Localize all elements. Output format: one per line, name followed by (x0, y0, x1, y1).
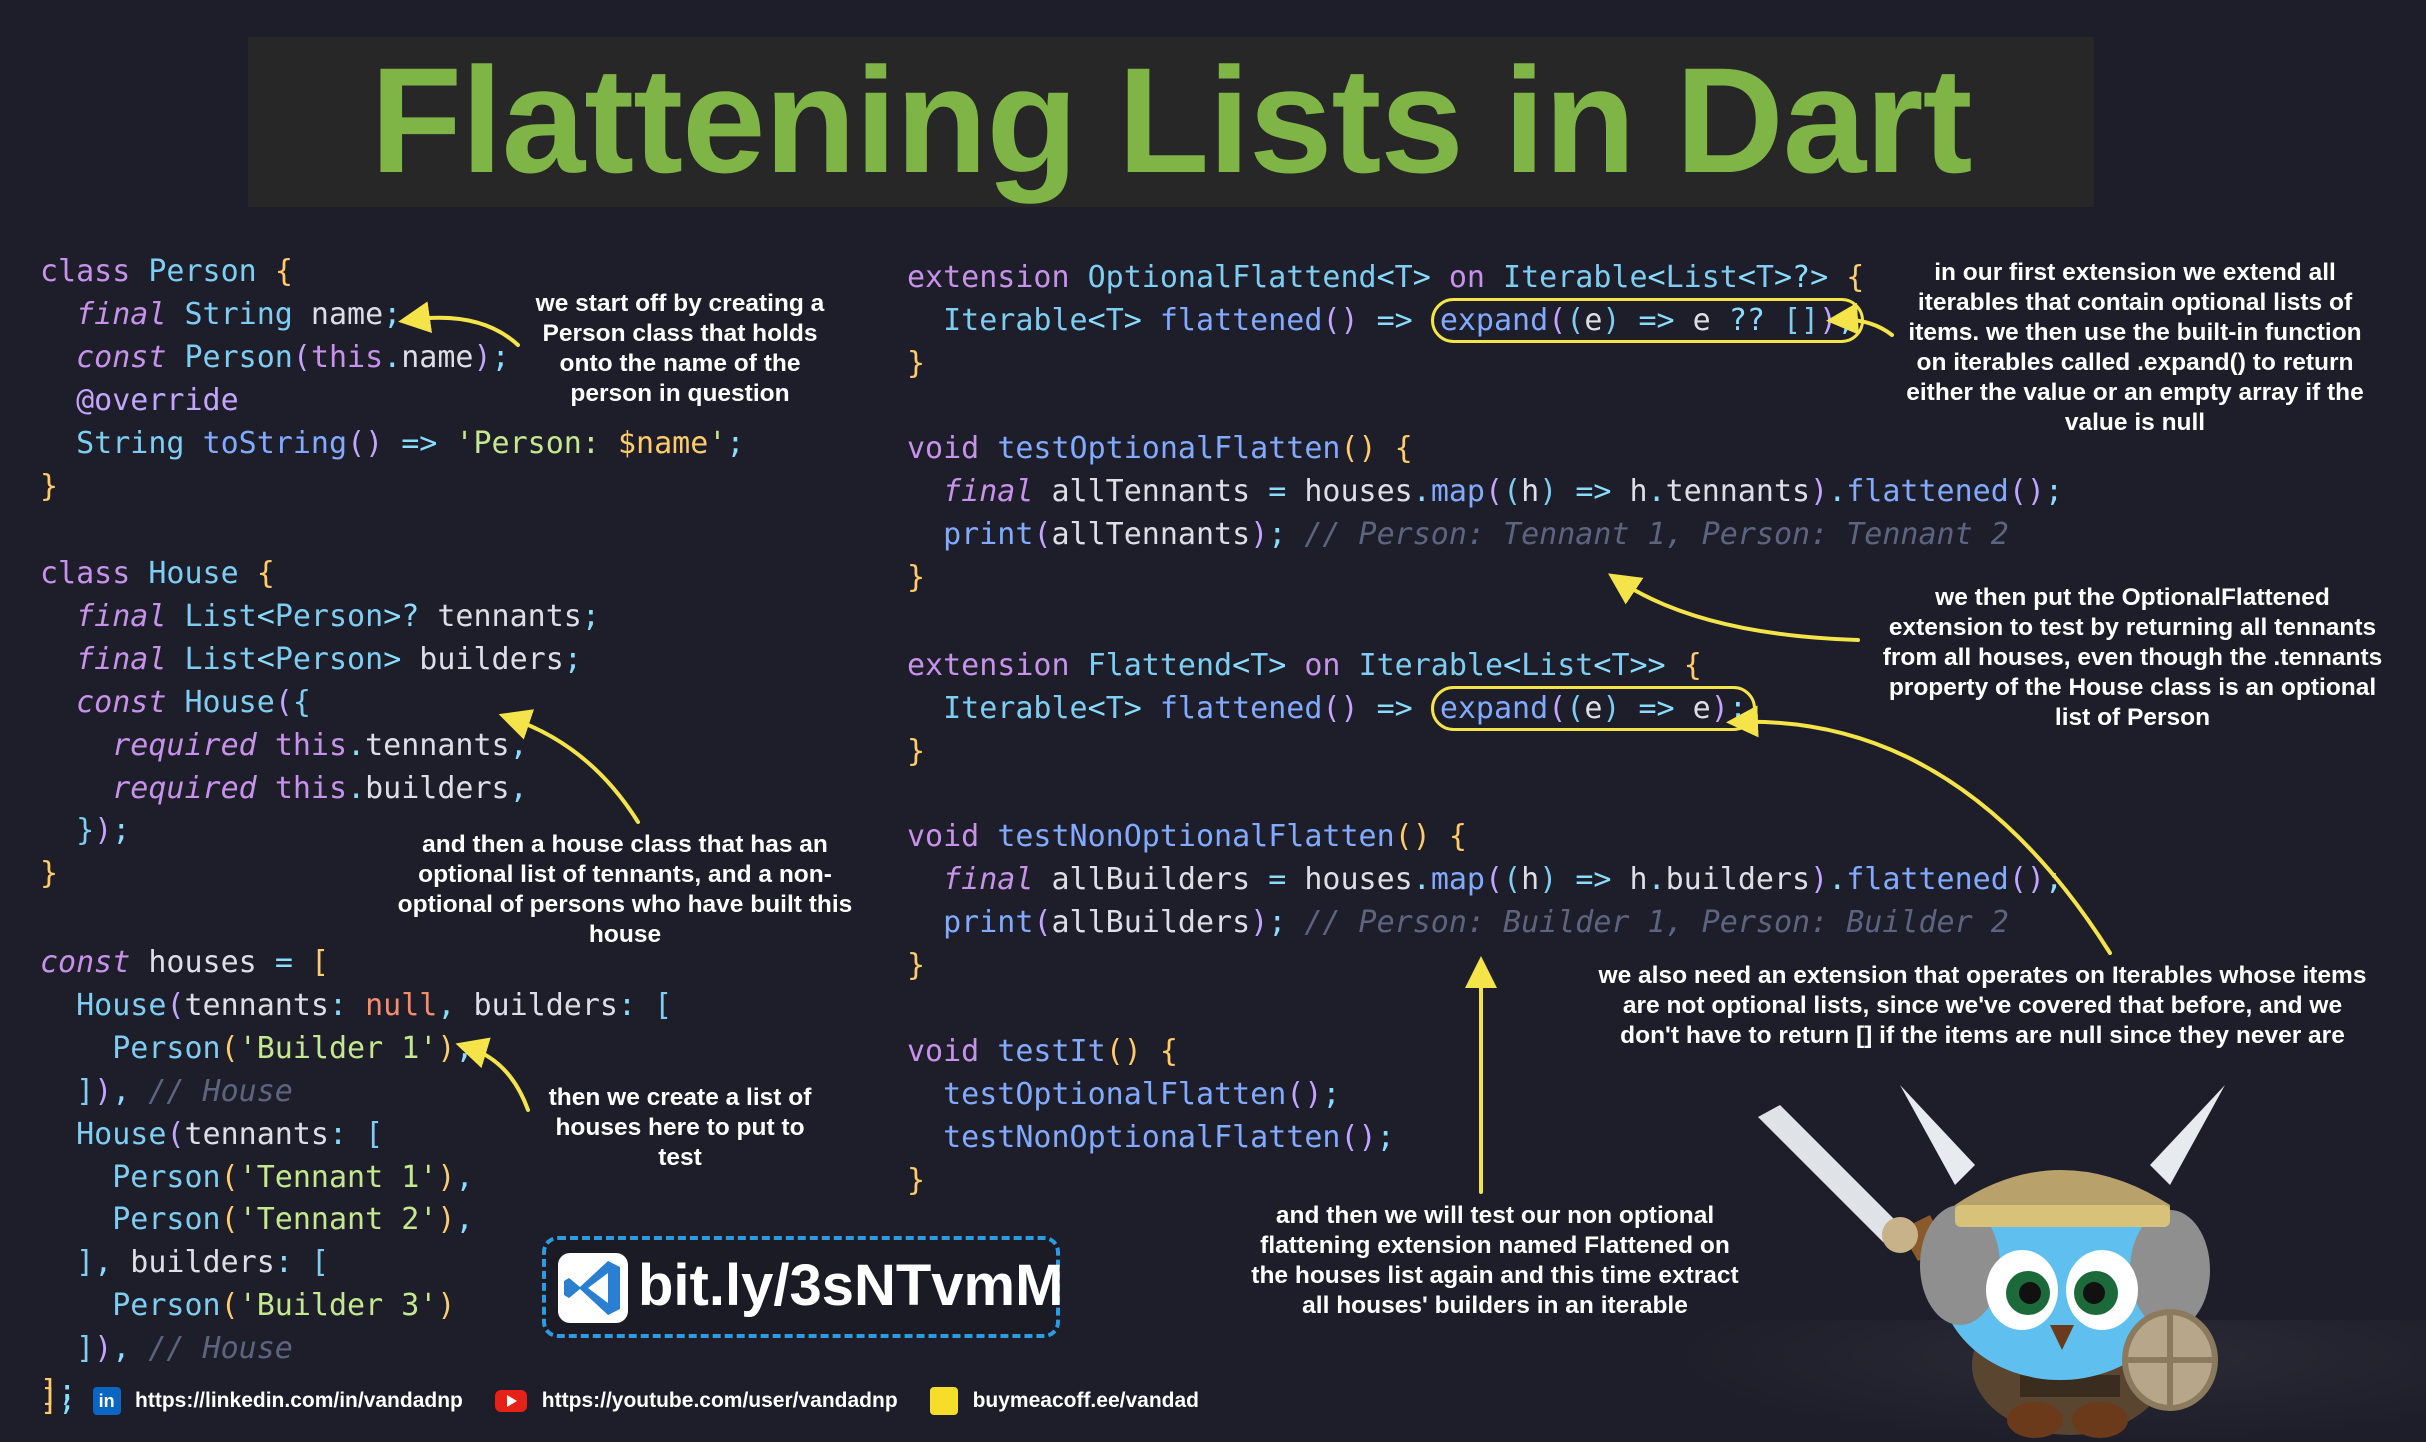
arrow-houses (455, 1037, 530, 1112)
arrow-person (398, 301, 520, 347)
footer: ]; in https://linkedin.com/in/vandadnp h… (40, 1380, 1199, 1423)
coffee-link[interactable]: buymeacoff.ee/vandad (973, 1389, 1199, 1412)
vscode-icon (558, 1253, 628, 1323)
dash-viking-mascot (1758, 1085, 2225, 1438)
youtube-icon (495, 1390, 528, 1413)
short-link-text[interactable]: bit.ly/3sNTvmM (638, 1236, 1063, 1338)
arrow-second-extension (1726, 705, 2112, 955)
linkedin-icon: in (92, 1387, 121, 1416)
arrow-house (498, 709, 640, 824)
code-line: ]; (40, 1383, 77, 1418)
coffee-icon (930, 1387, 959, 1416)
arrow-first-extension (1826, 302, 1894, 337)
youtube-link[interactable]: https://youtube.com/user/vandadnp (542, 1389, 898, 1412)
linkedin-link[interactable]: https://linkedin.com/in/vandadnp (135, 1389, 463, 1412)
arrow-test-optional (1608, 573, 1860, 642)
